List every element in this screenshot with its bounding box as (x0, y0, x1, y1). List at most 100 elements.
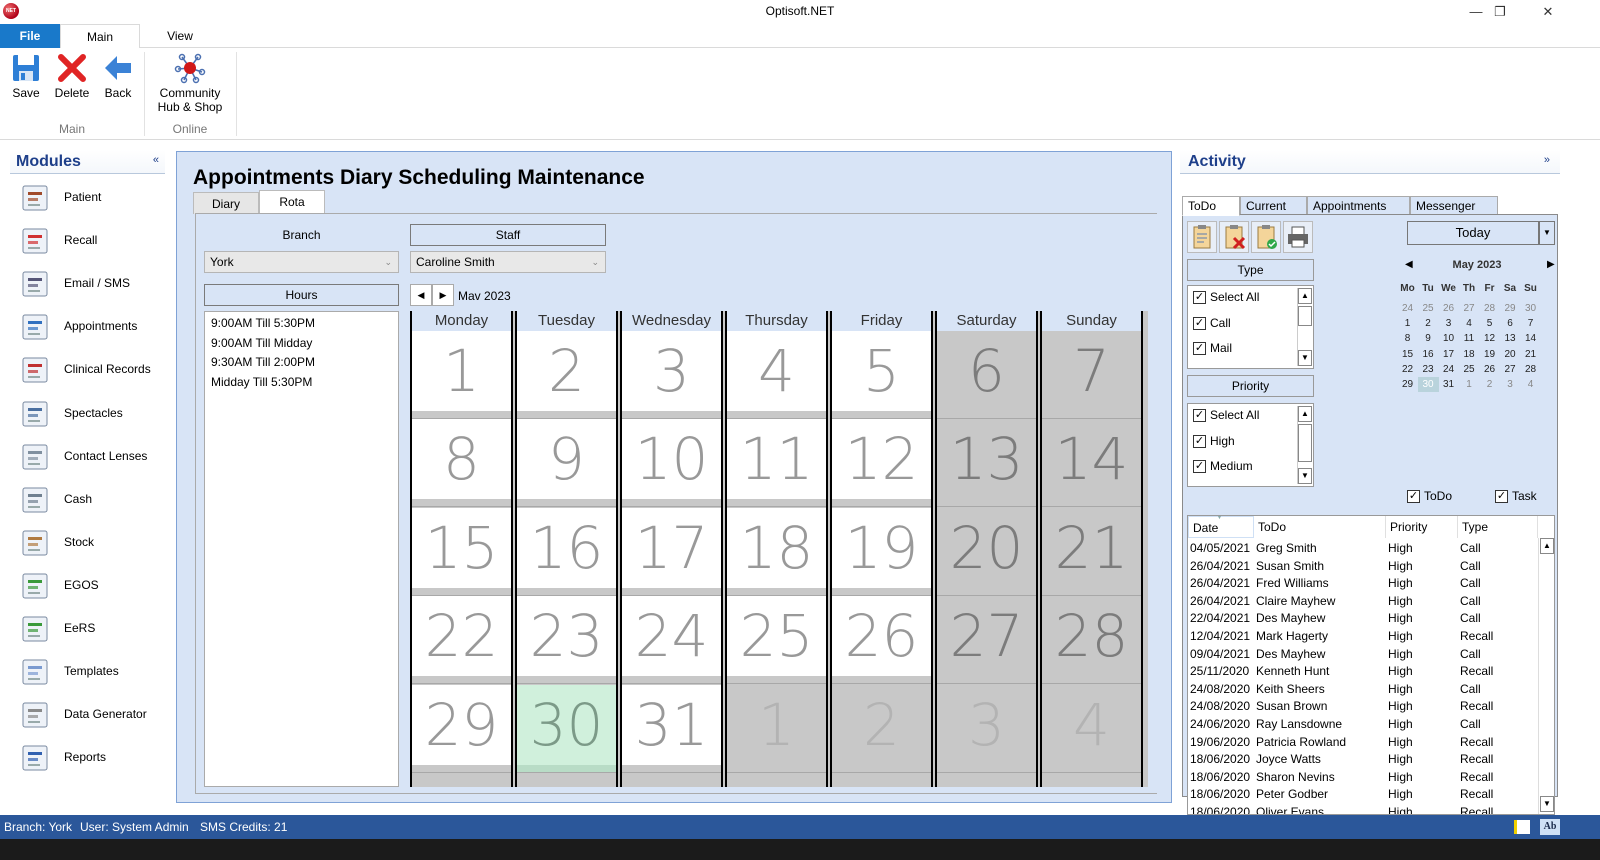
calendar-day[interactable]: 2 (1479, 377, 1500, 392)
table-row[interactable]: 24/08/2020 Susan Brown High Recall (1188, 698, 1538, 716)
calendar-day[interactable]: 2 (1418, 316, 1439, 331)
calendar-day[interactable]: 18 (1459, 347, 1480, 362)
calendar-day[interactable]: 17 (1438, 347, 1459, 362)
rota-day-cell[interactable]: 3 (622, 331, 721, 411)
table-row[interactable]: 18/06/2020 Oliver Evans High Recall (1188, 804, 1538, 814)
calendar-day[interactable]: 4 (1520, 377, 1541, 392)
rota-day-cell[interactable]: 15 (412, 507, 511, 588)
calendar-day[interactable]: 26 (1479, 362, 1500, 377)
table-row[interactable]: 09/04/2021 Des Mayhew High Call (1188, 646, 1538, 664)
calendar-day[interactable]: 5 (1479, 316, 1500, 331)
calendar-day[interactable]: 21 (1520, 347, 1541, 362)
spell-check-icon[interactable]: Ab (1540, 819, 1560, 835)
calendar-day[interactable]: 13 (1500, 331, 1521, 346)
hours-list-item[interactable]: Midday Till 5:30PM (211, 375, 312, 389)
sidebar-item-egos[interactable]: EGOS (20, 566, 170, 606)
calendar-next-icon[interactable]: ▶ (1547, 259, 1555, 270)
rota-day-cell[interactable]: 27 (937, 596, 1036, 677)
scroll-thumb[interactable] (1298, 306, 1312, 326)
calendar-day[interactable]: 16 (1418, 347, 1439, 362)
today-dropdown-icon[interactable]: ▼ (1539, 221, 1555, 245)
table-row[interactable]: 12/04/2021 Mark Hagerty High Recall (1188, 628, 1538, 646)
calendar-day[interactable]: 6 (1500, 316, 1521, 331)
tab-todo[interactable]: ToDo (1182, 196, 1240, 216)
calendar-day[interactable]: 7 (1520, 316, 1541, 331)
filter-checkbox[interactable]: ✓ Select All (1193, 290, 1259, 310)
new-todo-button[interactable] (1187, 221, 1217, 253)
expand-activity-icon[interactable]: » (1544, 154, 1550, 166)
tab-file[interactable]: File (0, 24, 60, 48)
rota-day-cell[interactable]: 28 (1042, 596, 1141, 677)
calendar-day[interactable]: 31 (1438, 377, 1459, 392)
column-header-type[interactable]: Type (1458, 516, 1538, 538)
notes-icon[interactable] (1514, 820, 1530, 834)
calendar-day[interactable]: 20 (1500, 347, 1521, 362)
calendar-day[interactable]: 29 (1500, 301, 1521, 316)
sidebar-item-eers[interactable]: EeRS (20, 609, 170, 649)
staff-select[interactable]: Caroline Smith ⌄ (410, 251, 606, 273)
table-row[interactable]: 24/06/2020 Ray Lansdowne High Call (1188, 716, 1538, 734)
rota-day-cell[interactable]: 2 (832, 684, 931, 765)
hours-list-item[interactable]: 9:00AM Till 5:30PM (211, 316, 315, 330)
sidebar-item-appointments[interactable]: Appointments (20, 307, 170, 347)
rota-day-cell[interactable]: 2 (517, 331, 616, 411)
print-button[interactable] (1283, 221, 1313, 253)
rota-day-cell[interactable]: 17 (622, 507, 721, 588)
rota-day-cell[interactable]: 21 (1042, 507, 1141, 588)
sidebar-item-stock[interactable]: Stock (20, 523, 170, 563)
filter-checkbox[interactable]: ✓ Medium (1193, 459, 1253, 479)
table-row[interactable]: 18/06/2020 Sharon Nevins High Recall (1188, 769, 1538, 787)
back-button[interactable]: Back (98, 52, 138, 100)
rota-day-cell[interactable]: 3 (937, 684, 1036, 765)
rota-day-cell[interactable]: 30 (517, 684, 616, 765)
calendar-day[interactable]: 4 (1459, 316, 1480, 331)
type-list-scrollbar[interactable]: ▲ ▼ (1297, 288, 1312, 366)
type-filter-list[interactable]: ▲ ▼ ✓ Select All ✓ Call ✓ Mail (1187, 285, 1314, 369)
rota-day-cell[interactable]: 24 (622, 596, 721, 677)
rota-day-cell[interactable]: 1 (727, 684, 826, 765)
rota-day-cell[interactable]: 19 (832, 507, 931, 588)
rota-day-cell[interactable]: 31 (622, 684, 721, 765)
rota-day-cell[interactable]: 25 (727, 596, 826, 677)
rota-day-cell[interactable]: 23 (517, 596, 616, 677)
calendar-day[interactable]: 14 (1520, 331, 1541, 346)
rota-day-cell[interactable]: 6 (937, 331, 1036, 411)
save-button[interactable]: Save (6, 52, 46, 100)
show-task-checkbox[interactable]: ✓ Task (1495, 489, 1537, 504)
sidebar-item-reports[interactable]: Reports (20, 738, 170, 778)
rota-day-cell[interactable]: 12 (832, 419, 931, 500)
filter-checkbox[interactable]: ✓ Call (1193, 316, 1231, 336)
calendar-day[interactable]: 26 (1438, 301, 1459, 316)
sidebar-item-templates[interactable]: Templates (20, 652, 170, 692)
rota-day-cell[interactable]: 4 (727, 331, 826, 411)
sidebar-item-patient[interactable]: Patient (20, 178, 170, 218)
filter-checkbox[interactable]: ✓ High (1193, 434, 1235, 454)
sidebar-item-contact-lenses[interactable]: Contact Lenses (20, 437, 170, 477)
rota-day-cell[interactable]: 1 (412, 331, 511, 411)
calendar-day[interactable]: 1 (1459, 377, 1480, 392)
scroll-down-icon[interactable]: ▼ (1298, 350, 1312, 366)
rota-day-cell[interactable]: 26 (832, 596, 931, 677)
tab-rota[interactable]: Rota (259, 190, 325, 214)
rota-day-cell[interactable]: 5 (832, 331, 931, 411)
close-window-button[interactable]: ✕ (1528, 2, 1568, 22)
rota-day-cell[interactable]: 7 (1042, 331, 1141, 411)
tab-messenger[interactable]: Messenger (1410, 196, 1498, 216)
sidebar-item-data-generator[interactable]: Data Generator (20, 695, 170, 735)
calendar-day[interactable]: 25 (1459, 362, 1480, 377)
table-row[interactable]: 19/06/2020 Patricia Rowland High Recall (1188, 734, 1538, 752)
next-month-button[interactable]: ▶ (432, 284, 454, 306)
calendar-day[interactable]: 27 (1459, 301, 1480, 316)
hours-list[interactable]: 9:00AM Till 5:30PM 9:00AM Till Midday 9:30… (204, 311, 399, 787)
table-row[interactable]: 04/05/2021 Greg Smith High Call (1188, 540, 1538, 558)
calendar-day[interactable]: 3 (1500, 377, 1521, 392)
table-row[interactable]: 18/06/2020 Peter Godber High Recall (1188, 786, 1538, 804)
rota-day-cell[interactable]: 20 (937, 507, 1036, 588)
scroll-down-icon[interactable]: ▼ (1540, 796, 1554, 812)
calendar-day[interactable]: 8 (1397, 331, 1418, 346)
calendar-day[interactable]: 24 (1438, 362, 1459, 377)
column-header-priority[interactable]: Priority (1386, 516, 1458, 538)
collapse-modules-icon[interactable]: « (153, 154, 159, 166)
rota-day-cell[interactable]: 16 (517, 507, 616, 588)
priority-list-scrollbar[interactable]: ▲ ▼ (1297, 406, 1312, 484)
